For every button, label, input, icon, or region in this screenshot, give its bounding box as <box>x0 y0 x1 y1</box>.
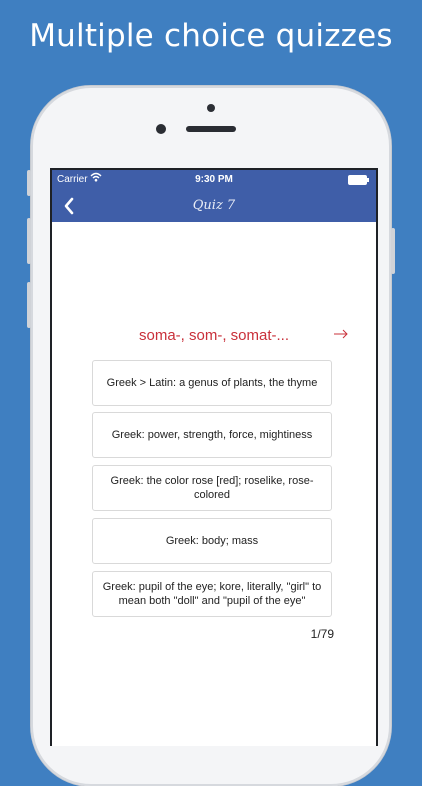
back-chevron-icon <box>64 197 74 215</box>
nav-bar: Quiz 7 <box>52 190 376 222</box>
promo-headline: Multiple choice quizzes <box>29 18 393 54</box>
mute-switch <box>27 170 31 196</box>
answer-choice-3[interactable]: Greek: the color rose [red]; roselike, r… <box>92 465 332 511</box>
answer-choice-4[interactable]: Greek: body; mass <box>92 518 332 564</box>
answer-choice-5[interactable]: Greek: pupil of the eye; kore, literally… <box>92 571 332 617</box>
volume-up-button <box>27 218 31 264</box>
answer-choice-2[interactable]: Greek: power, strength, force, mightines… <box>92 412 332 458</box>
power-button <box>391 228 395 274</box>
status-bar: Carrier 9:30 PM <box>52 170 376 190</box>
answer-choice-1[interactable]: Greek > Latin: a genus of plants, the th… <box>92 360 332 406</box>
volume-down-button <box>27 282 31 328</box>
proximity-sensor <box>207 104 215 112</box>
status-time: 9:30 PM <box>195 174 233 185</box>
back-button[interactable] <box>58 192 82 220</box>
front-camera <box>156 124 166 134</box>
next-arrow-icon[interactable] <box>332 325 350 343</box>
question-text: soma-, som-, somat-... <box>138 327 290 344</box>
question-counter: 1/79 <box>310 627 334 641</box>
nav-title: Quiz 7 <box>192 198 236 213</box>
app-screen: Carrier 9:30 PM Quiz 7 soma-, som-, soma… <box>50 168 378 746</box>
battery-icon <box>348 175 369 185</box>
earpiece-speaker <box>186 126 236 132</box>
